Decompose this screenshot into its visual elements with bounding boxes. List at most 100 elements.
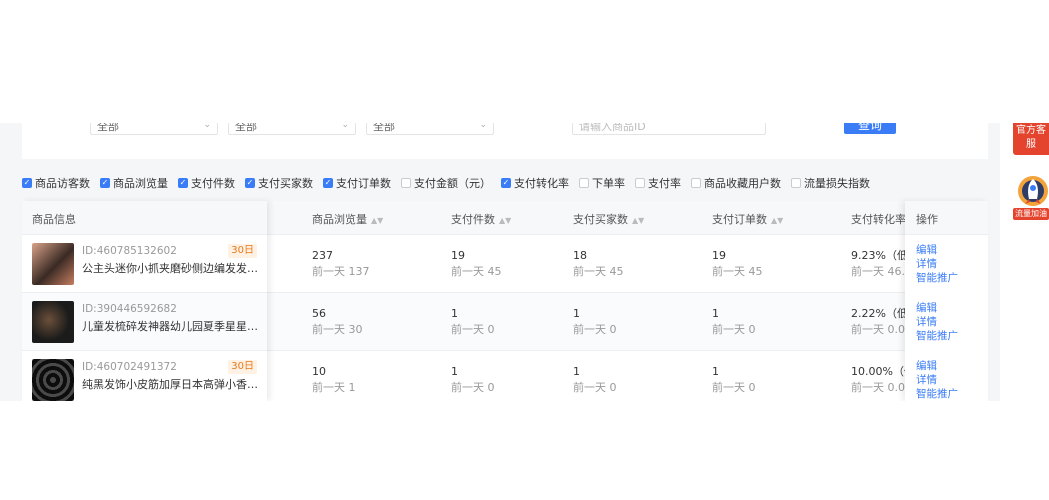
product-thumbnail[interactable] [32, 359, 74, 401]
product-cell[interactable]: ID:460702491372 30日 纯黑发饰小皮筋加厚日本高弹小香风加... [22, 351, 267, 401]
filter-select-3-value: 全部 [373, 123, 395, 133]
edit-link[interactable]: 编辑 [916, 301, 986, 315]
checkbox-checked-icon[interactable]: ✓ [501, 178, 511, 188]
promote-link[interactable]: 智能推广 [916, 329, 986, 343]
cell-pay-orders: 1 前一天 0 [712, 364, 756, 396]
views-value: 10 [312, 365, 326, 378]
checkbox-unchecked-icon[interactable] [579, 178, 589, 188]
metric-label: 流量损失指数 [804, 177, 870, 190]
filter-select-2[interactable]: 全部 ⌄ [228, 123, 356, 135]
pay-orders-prev: 前一天 0 [712, 381, 756, 394]
filter-select-3[interactable]: 全部 ⌄ [366, 123, 494, 135]
query-button[interactable]: 查询 [844, 123, 896, 134]
cell-pay-orders: 1 前一天 0 [712, 306, 756, 338]
pay-buyers-value: 1 [573, 307, 580, 320]
metric-label: 下单率 [592, 177, 625, 190]
metric-label: 商品浏览量 [113, 177, 168, 190]
product-id-placeholder: 请输入商品ID [579, 123, 646, 133]
product-id: ID:460785132602 [82, 245, 177, 257]
th-pay-orders[interactable]: 支付订单数 ▲▼ [712, 211, 783, 227]
filter-select-2-value: 全部 [235, 123, 257, 133]
row-actions: 编辑 详情 智能推广 [916, 359, 986, 401]
product-id: ID:390446592682 [82, 303, 177, 315]
chevron-down-icon: ⌄ [203, 123, 211, 130]
chevron-down-icon: ⌄ [341, 123, 349, 130]
pay-items-value: 1 [451, 365, 458, 378]
pay-orders-value: 19 [712, 249, 726, 262]
filter-select-1[interactable]: 全部 ⌄ [90, 123, 218, 135]
metric-conv-rate[interactable]: ✓ 支付转化率 [501, 175, 569, 191]
cell-views: 10 前一天 1 [312, 364, 356, 396]
product-thumbnail[interactable] [32, 243, 74, 285]
promote-link[interactable]: 智能推广 [916, 387, 986, 401]
chevron-down-icon: ⌄ [479, 123, 487, 130]
metric-selector: ✓ 商品访客数 ✓ 商品浏览量 ✓ 支付件数 ✓ 支付买家数 ✓ 支付订单数 支付金额（元… [22, 175, 880, 191]
pay-orders-value: 1 [712, 365, 719, 378]
filter-select-1-value: 全部 [97, 123, 119, 133]
views-prev: 前一天 137 [312, 265, 370, 278]
app-viewport: 全部 ⌄ 全部 ⌄ 全部 ⌄ 请输入商品ID 查询 ✓ 商品访客数 ✓ 商品浏览量 … [0, 123, 1049, 401]
views-prev: 前一天 30 [312, 323, 363, 336]
sort-icon[interactable]: ▲▼ [771, 216, 783, 225]
metric-label: 商品收藏用户数 [704, 177, 781, 190]
edit-link[interactable]: 编辑 [916, 359, 986, 373]
checkbox-unchecked-icon[interactable] [791, 178, 801, 188]
detail-link[interactable]: 详情 [916, 257, 986, 271]
pay-buyers-prev: 前一天 0 [573, 323, 617, 336]
metric-favorites[interactable]: 商品收藏用户数 [691, 175, 781, 191]
sort-icon[interactable]: ▲▼ [499, 216, 511, 225]
metric-views[interactable]: ✓ 商品浏览量 [100, 175, 168, 191]
product-name[interactable]: 公主头迷你小抓夹磨砂侧边编发发卡头... [82, 260, 262, 276]
sort-icon[interactable]: ▲▼ [632, 216, 644, 225]
metric-label: 支付金额（元） [414, 177, 491, 190]
product-name[interactable]: 儿童发梳碎发神器幼儿园夏季星星发卡... [82, 318, 262, 334]
service-button[interactable]: 官方客服 [1013, 123, 1049, 155]
metric-traffic-loss[interactable]: 流量损失指数 [791, 175, 870, 191]
product-cell[interactable]: ID:390446592682 儿童发梳碎发神器幼儿园夏季星星发卡... [22, 293, 267, 351]
detail-link[interactable]: 详情 [916, 315, 986, 329]
product-thumbnail[interactable] [32, 301, 74, 343]
checkbox-checked-icon[interactable]: ✓ [245, 178, 255, 188]
promote-link[interactable]: 智能推广 [916, 271, 986, 285]
detail-link[interactable]: 详情 [916, 373, 986, 387]
pay-orders-prev: 前一天 45 [712, 265, 763, 278]
metric-pay-items[interactable]: ✓ 支付件数 [178, 175, 235, 191]
checkbox-unchecked-icon[interactable] [401, 178, 411, 188]
cell-pay-items: 19 前一天 45 [451, 248, 502, 280]
product-id-input[interactable]: 请输入商品ID [572, 123, 766, 135]
traffic-boost-button[interactable]: 流量加油 [1013, 208, 1049, 220]
edit-link[interactable]: 编辑 [916, 243, 986, 257]
operations-column: 操作 编辑 详情 智能推广 编辑 详情 智能推广 编辑 详情 智能推广 [905, 201, 988, 401]
metric-visitors[interactable]: ✓ 商品访客数 [22, 175, 90, 191]
pay-items-prev: 前一天 0 [451, 381, 495, 394]
checkbox-checked-icon[interactable]: ✓ [22, 178, 32, 188]
sort-icon[interactable]: ▲▼ [371, 216, 383, 225]
pay-items-value: 19 [451, 249, 465, 262]
product-cell[interactable]: ID:460785132602 30日 公主头迷你小抓夹磨砂侧边编发发卡头... [22, 235, 267, 293]
metric-order-rate[interactable]: 下单率 [579, 175, 625, 191]
metric-pay-orders[interactable]: ✓ 支付订单数 [323, 175, 391, 191]
pay-items-value: 1 [451, 307, 458, 320]
th-pay-buyers[interactable]: 支付买家数 ▲▼ [573, 211, 644, 227]
th-views-label: 商品浏览量 [312, 213, 367, 226]
metric-pay-amount[interactable]: 支付金额（元） [401, 175, 491, 191]
checkbox-checked-icon[interactable]: ✓ [323, 178, 333, 188]
pay-buyers-value: 1 [573, 365, 580, 378]
metric-label: 支付件数 [191, 177, 235, 190]
checkbox-checked-icon[interactable]: ✓ [178, 178, 188, 188]
th-pay-items[interactable]: 支付件数 ▲▼ [451, 211, 511, 227]
th-conv-rate[interactable]: 支付转化率 [851, 211, 906, 227]
metric-pay-buyers[interactable]: ✓ 支付买家数 [245, 175, 313, 191]
row-actions: 编辑 详情 智能推广 [916, 301, 986, 343]
metric-label: 支付订单数 [336, 177, 391, 190]
days-badge: 30日 [228, 360, 257, 374]
th-views[interactable]: 商品浏览量 ▲▼ [312, 211, 383, 227]
product-table: 商品浏览量 ▲▼ 支付件数 ▲▼ 支付买家数 ▲▼ 支付订单数 ▲▼ 支付转化率 237… [22, 201, 988, 401]
pay-orders-prev: 前一天 0 [712, 323, 756, 336]
checkbox-unchecked-icon[interactable] [635, 178, 645, 188]
metric-pay-rate[interactable]: 支付率 [635, 175, 681, 191]
checkbox-checked-icon[interactable]: ✓ [100, 178, 110, 188]
checkbox-unchecked-icon[interactable] [691, 178, 701, 188]
product-name[interactable]: 纯黑发饰小皮筋加厚日本高弹小香风加... [82, 376, 262, 392]
cell-pay-buyers: 1 前一天 0 [573, 364, 617, 396]
